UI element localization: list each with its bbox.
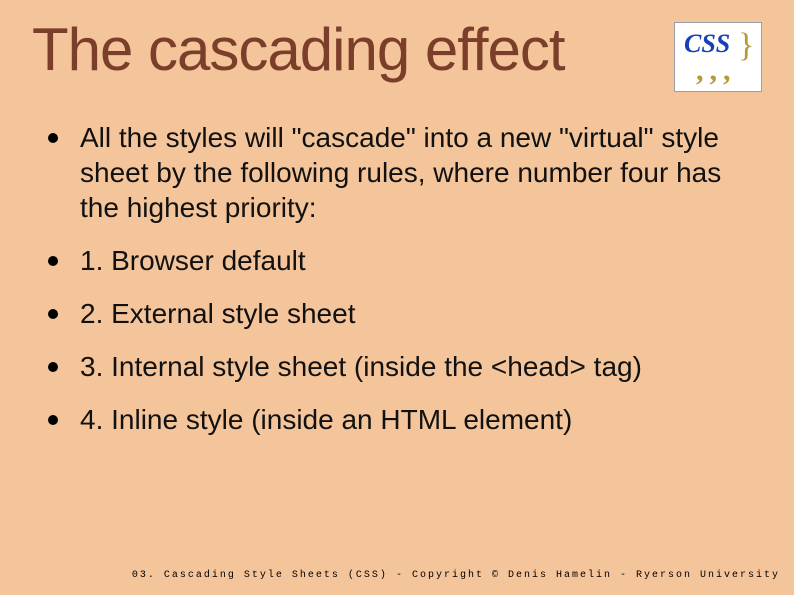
bullet-item: 2. External style sheet <box>42 296 762 331</box>
css-logo: CSS } ,,, <box>674 22 762 92</box>
bullet-item: 1. Browser default <box>42 243 762 278</box>
slide-title: The cascading effect <box>32 18 565 81</box>
css-logo-commas: ,,, <box>696 54 737 87</box>
bullet-list: All the styles will "cascade" into a new… <box>32 120 762 437</box>
css-logo-svg: CSS } ,,, <box>678 26 758 88</box>
footer-text: 03. Cascading Style Sheets (CSS) - Copyr… <box>132 570 780 581</box>
bullet-item: All the styles will "cascade" into a new… <box>42 120 762 225</box>
title-row: The cascading effect CSS } ,,, <box>32 18 762 92</box>
slide: The cascading effect CSS } ,,, All the s… <box>0 0 794 595</box>
bullet-item: 3. Internal style sheet (inside the <hea… <box>42 349 762 384</box>
bullet-item: 4. Inline style (inside an HTML element) <box>42 402 762 437</box>
css-logo-brace: } <box>738 27 754 64</box>
